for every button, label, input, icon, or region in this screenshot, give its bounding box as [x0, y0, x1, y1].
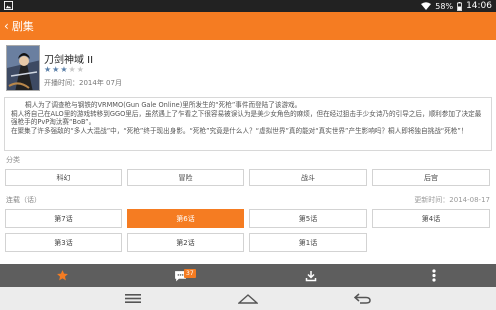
clock: 14:06: [466, 1, 492, 11]
chevron-left-icon: ‹: [4, 19, 9, 33]
episode-button[interactable]: 第5话: [249, 209, 367, 228]
home-button[interactable]: [228, 287, 268, 310]
menu-lines-icon: [125, 294, 141, 303]
description-box: 桐人为了调查枪与钢铁的VRMMO(Gun Gale Online)里所发生的“死…: [4, 97, 492, 151]
status-bar: 58% 14:06: [0, 0, 496, 12]
category-tag[interactable]: 科幻: [5, 169, 122, 186]
star-filled-icon: ★: [60, 65, 69, 74]
home-icon: [238, 293, 258, 304]
cover-image: [6, 45, 40, 91]
back-button[interactable]: ‹ 剧集: [0, 12, 40, 40]
anime-info: 刀剑神域 II ★★★★★ 开播时间：2014年 07月: [6, 45, 490, 95]
wifi-icon: [421, 2, 432, 10]
comment-count-badge: 37: [184, 269, 196, 278]
star-icon: [56, 270, 68, 281]
category-label: 分类: [6, 156, 20, 164]
download-button[interactable]: [291, 264, 331, 287]
star-empty-icon: ★: [68, 65, 77, 74]
action-bar: ‹ 剧集: [0, 12, 496, 40]
back-nav-button[interactable]: [342, 287, 382, 310]
air-date: 开播时间：2014年 07月: [44, 79, 122, 87]
description-paragraph: 桐人将自己在ALO里的游戏转移到GGO里后，虽然遇上了乍看之下很容易被误认为是美…: [11, 109, 482, 127]
episode-button[interactable]: 第3话: [5, 233, 122, 252]
rating-stars: ★★★★★: [44, 65, 85, 74]
back-arrow-icon: [353, 293, 371, 304]
episode-button-active[interactable]: 第6话: [127, 209, 244, 228]
download-icon: [305, 270, 317, 281]
more-vertical-icon: [432, 269, 436, 282]
system-nav-bar: [0, 287, 496, 310]
episode-button[interactable]: 第7话: [5, 209, 122, 228]
episodes-label: 连载（话）: [6, 196, 41, 204]
gallery-notification-icon: [4, 1, 13, 10]
episode-button[interactable]: 第4话: [372, 209, 490, 228]
favorite-button[interactable]: [42, 264, 82, 287]
episode-button[interactable]: 第1话: [249, 233, 367, 252]
update-time: 更新时间：2014-08-17: [414, 196, 490, 204]
recent-apps-button[interactable]: [113, 287, 153, 310]
category-tag[interactable]: 战斗: [249, 169, 367, 186]
comment-button[interactable]: 37: [160, 264, 200, 287]
description-paragraph: 在聚集了许多强敌的“多人大混战”中，“死枪”终于现出身影。“死枪”究竟是什么人？…: [11, 126, 468, 135]
category-tag[interactable]: 冒险: [127, 169, 244, 186]
more-button[interactable]: [414, 264, 454, 287]
star-filled-icon: ★: [44, 65, 53, 74]
anime-title: 刀剑神域 II: [44, 55, 94, 66]
battery-icon: [457, 1, 462, 11]
battery-percent: 58%: [435, 1, 454, 11]
episode-button[interactable]: 第2话: [127, 233, 244, 252]
star-empty-icon: ★: [76, 65, 85, 74]
page-title: 剧集: [11, 20, 34, 33]
bottom-toolbar: 37: [0, 264, 496, 287]
category-tag[interactable]: 后宫: [372, 169, 490, 186]
description-paragraph: 桐人为了调查枪与钢铁的VRMMO(Gun Gale Online)里所发生的“死…: [25, 101, 302, 109]
